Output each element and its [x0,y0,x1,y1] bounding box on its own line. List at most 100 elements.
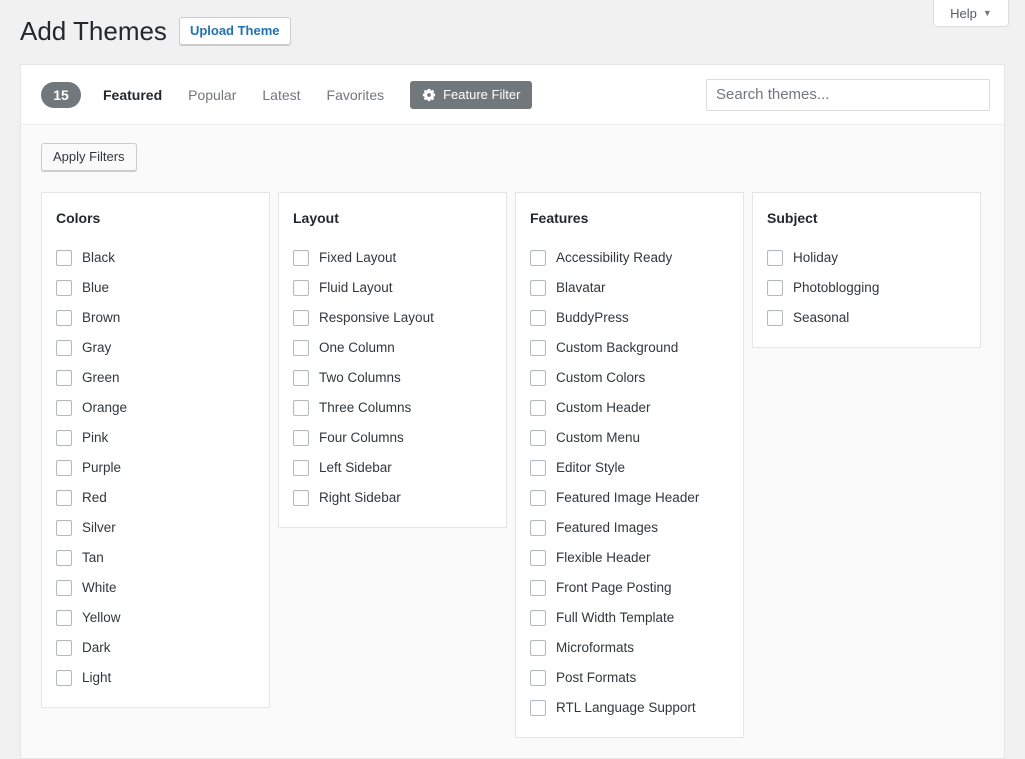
help-label: Help [950,5,977,21]
filter-checkbox-item[interactable]: Brown [56,303,255,333]
filter-checkbox-item[interactable]: Photoblogging [767,273,966,303]
filter-checkbox-item[interactable]: Orange [56,393,255,423]
checkbox-icon[interactable] [293,310,309,326]
filter-checkbox-item[interactable]: One Column [293,333,492,363]
filter-checkbox-item[interactable]: Blavatar [530,273,729,303]
filter-checkbox-item[interactable]: Yellow [56,603,255,633]
checkbox-icon[interactable] [530,460,546,476]
checkbox-icon[interactable] [767,310,783,326]
checkbox-icon[interactable] [293,280,309,296]
checkbox-icon[interactable] [56,490,72,506]
checkbox-icon[interactable] [530,640,546,656]
tab-favorites[interactable]: Favorites [327,85,385,105]
filter-checkbox-item[interactable]: Editor Style [530,453,729,483]
checkbox-icon[interactable] [767,280,783,296]
filter-item-label: Red [82,490,107,505]
filter-checkbox-item[interactable]: Custom Colors [530,363,729,393]
checkbox-icon[interactable] [530,310,546,326]
checkbox-icon[interactable] [293,400,309,416]
checkbox-icon[interactable] [56,460,72,476]
filter-checkbox-item[interactable]: Seasonal [767,303,966,333]
filter-checkbox-item[interactable]: Custom Menu [530,423,729,453]
checkbox-icon[interactable] [530,370,546,386]
search-input[interactable] [706,78,990,111]
checkbox-icon[interactable] [530,250,546,266]
filter-checkbox-item[interactable]: Flexible Header [530,543,729,573]
filter-checkbox-item[interactable]: Tan [56,543,255,573]
checkbox-icon[interactable] [530,400,546,416]
checkbox-icon[interactable] [293,250,309,266]
filter-checkbox-item[interactable]: Blue [56,273,255,303]
filter-checkbox-item[interactable]: Right Sidebar [293,483,492,513]
checkbox-icon[interactable] [293,460,309,476]
filter-checkbox-item[interactable]: Post Formats [530,663,729,693]
upload-theme-button[interactable]: Upload Theme [178,17,291,45]
checkbox-icon[interactable] [293,490,309,506]
filter-checkbox-item[interactable]: White [56,573,255,603]
filter-checkbox-item[interactable]: Light [56,663,255,693]
filter-checkbox-item[interactable]: Responsive Layout [293,303,492,333]
checkbox-icon[interactable] [56,250,72,266]
filter-checkbox-item[interactable]: Dark [56,633,255,663]
tab-latest[interactable]: Latest [262,85,300,105]
filter-checkbox-item[interactable]: Featured Image Header [530,483,729,513]
filter-checkbox-item[interactable]: Full Width Template [530,603,729,633]
filter-item-label: Post Formats [556,670,637,685]
filter-checkbox-item[interactable]: Holiday [767,243,966,273]
checkbox-icon[interactable] [530,610,546,626]
checkbox-icon[interactable] [56,340,72,356]
filter-checkbox-item[interactable]: Fixed Layout [293,243,492,273]
checkbox-icon[interactable] [530,340,546,356]
checkbox-icon[interactable] [56,430,72,446]
checkbox-icon[interactable] [56,400,72,416]
checkbox-icon[interactable] [56,580,72,596]
apply-filters-button[interactable]: Apply Filters [41,143,137,171]
filter-checkbox-item[interactable]: Accessibility Ready [530,243,729,273]
checkbox-icon[interactable] [530,430,546,446]
feature-filter-button[interactable]: Feature Filter [410,80,533,109]
filter-checkbox-item[interactable]: Purple [56,453,255,483]
filter-checkbox-item[interactable]: Gray [56,333,255,363]
filter-checkbox-item[interactable]: Pink [56,423,255,453]
filter-checkbox-item[interactable]: BuddyPress [530,303,729,333]
filter-checkbox-item[interactable]: Two Columns [293,363,492,393]
checkbox-icon[interactable] [530,700,546,716]
tab-popular[interactable]: Popular [188,85,236,105]
checkbox-icon[interactable] [56,310,72,326]
help-tab[interactable]: Help ▼ [933,0,1009,27]
filter-checkbox-item[interactable]: Featured Images [530,513,729,543]
checkbox-icon[interactable] [56,610,72,626]
checkbox-icon[interactable] [530,490,546,506]
filter-checkbox-item[interactable]: Fluid Layout [293,273,492,303]
checkbox-icon[interactable] [293,340,309,356]
checkbox-icon[interactable] [530,520,546,536]
filter-checkbox-item[interactable]: Custom Background [530,333,729,363]
filter-checkbox-item[interactable]: Red [56,483,255,513]
filter-checkbox-item[interactable]: Four Columns [293,423,492,453]
filter-checkbox-item[interactable]: Custom Header [530,393,729,423]
filter-checkbox-item[interactable]: Three Columns [293,393,492,423]
checkbox-icon[interactable] [530,280,546,296]
filter-checkbox-item[interactable]: Left Sidebar [293,453,492,483]
checkbox-icon[interactable] [293,430,309,446]
checkbox-icon[interactable] [56,280,72,296]
checkbox-icon[interactable] [56,670,72,686]
filter-checkbox-item[interactable]: Black [56,243,255,273]
checkbox-icon[interactable] [530,580,546,596]
checkbox-icon[interactable] [56,370,72,386]
checkbox-icon[interactable] [293,370,309,386]
checkbox-icon[interactable] [56,550,72,566]
filter-checkbox-item[interactable]: Green [56,363,255,393]
checkbox-icon[interactable] [767,250,783,266]
filter-checkbox-item[interactable]: RTL Language Support [530,693,729,723]
checkbox-icon[interactable] [530,670,546,686]
checkbox-icon[interactable] [530,550,546,566]
filter-item-label: Tan [82,550,104,565]
filter-checkbox-item[interactable]: Microformats [530,633,729,663]
filter-checkbox-item[interactable]: Silver [56,513,255,543]
tab-featured[interactable]: Featured [103,85,162,105]
filter-checkbox-item[interactable]: Front Page Posting [530,573,729,603]
filter-item-label: Purple [82,460,122,475]
checkbox-icon[interactable] [56,520,72,536]
checkbox-icon[interactable] [56,640,72,656]
